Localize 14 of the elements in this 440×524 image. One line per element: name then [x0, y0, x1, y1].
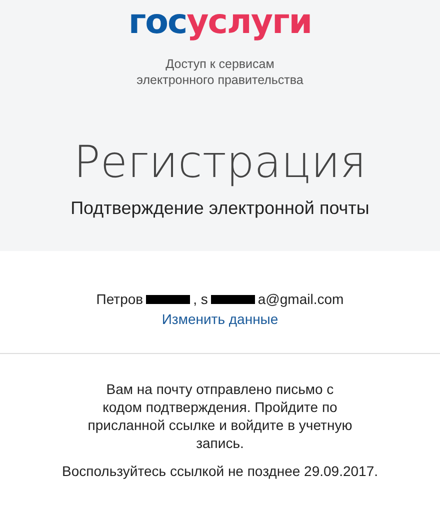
page-subtitle: Подтверждение электронной почты — [70, 198, 370, 219]
contact-text: , s — [193, 291, 208, 307]
logo-text: гос — [128, 2, 187, 42]
deadline-text: Воспользуйтесь ссылкой не позднее 29.09.2017. — [60, 462, 379, 480]
redaction-bar — [146, 294, 190, 304]
contact-text: a@gmail.com — [258, 291, 344, 307]
contact-text: Петров — [96, 291, 144, 307]
logo-text: услуги — [186, 2, 312, 42]
redaction-bar — [210, 294, 255, 304]
page-title: Регистрация — [74, 138, 366, 188]
edit-data-link[interactable]: Изменить данные — [162, 311, 278, 327]
message-text: Вам на почту отправлено письмо с кодом подтверждения. Пройдите по присланной ссылке и войдите в учетную запись. — [86, 380, 354, 452]
tagline-text: Доступ к сервисам — [166, 56, 274, 72]
tagline-text: электронного правительства — [136, 72, 304, 88]
